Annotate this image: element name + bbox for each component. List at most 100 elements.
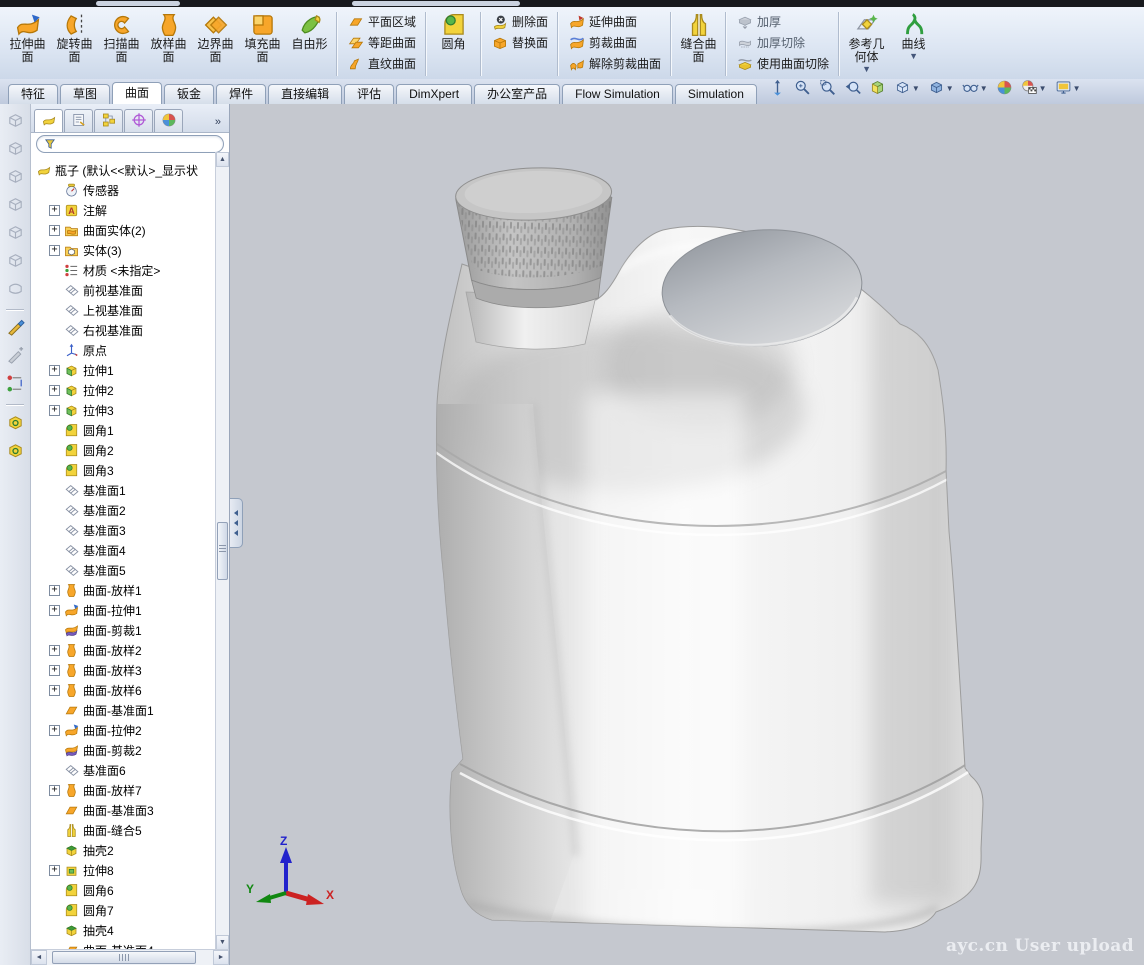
dropdown-caret-icon[interactable]: ▼	[980, 84, 988, 93]
toolbar-button-freeform[interactable]: 自由形	[286, 8, 333, 80]
toolbar-button-replace-face[interactable]: 替换面	[486, 32, 553, 53]
expand-toggle-icon[interactable]: +	[49, 365, 60, 376]
toolbar-button-ruled-surface[interactable]: 直纹曲面	[342, 53, 421, 74]
tree-vertical-scrollbar[interactable]: ▲ ▼	[215, 152, 229, 950]
sketch-button[interactable]	[5, 319, 25, 339]
tree-item[interactable]: +传感器	[33, 180, 229, 200]
toolbar-button-surface-fill[interactable]: 填充曲面	[239, 8, 286, 80]
horizontal-scroll-thumb[interactable]	[52, 951, 196, 964]
tree-item[interactable]: +拉伸2	[33, 380, 229, 400]
tree-item[interactable]: +曲面-基准面3	[33, 800, 229, 820]
manager-tab-configuration-manager[interactable]	[94, 109, 123, 132]
tree-item[interactable]: +原点	[33, 340, 229, 360]
toolbar-button-fillet[interactable]: 圆角	[430, 8, 477, 80]
tree-item[interactable]: +曲面-缝合5	[33, 820, 229, 840]
tree-item[interactable]: +曲面-放样1	[33, 580, 229, 600]
tree-item[interactable]: +前视基准面	[33, 280, 229, 300]
scroll-right-arrow[interactable]: ►	[213, 950, 229, 965]
graphics-viewport[interactable]: Z X Y ayc.cn User upload	[230, 104, 1144, 965]
tab-草图[interactable]: 草图	[60, 84, 110, 104]
tab-评估[interactable]: 评估	[344, 84, 394, 104]
update-tree-button[interactable]	[5, 375, 25, 395]
tree-item[interactable]: +曲面-放样6	[33, 680, 229, 700]
tree-item[interactable]: +曲面实体(2)	[33, 220, 229, 240]
expand-toggle-icon[interactable]: +	[49, 645, 60, 656]
edit-appearance-button[interactable]	[996, 79, 1013, 99]
manager-tabs-overflow[interactable]: »	[210, 116, 226, 132]
toolbar-button-surface-loft[interactable]: 放样曲面	[145, 8, 192, 80]
view-cube-1-button[interactable]	[5, 112, 25, 132]
tree-item[interactable]: +圆角2	[33, 440, 229, 460]
expand-toggle-icon[interactable]: +	[49, 865, 60, 876]
expand-toggle-icon[interactable]: +	[49, 385, 60, 396]
tree-item[interactable]: +曲面-放样2	[33, 640, 229, 660]
section-view-button[interactable]	[869, 79, 886, 99]
apply-scene-button[interactable]: ▼	[1021, 79, 1047, 99]
sketch-3d-button[interactable]	[5, 347, 25, 367]
view-cube-6-button[interactable]	[5, 252, 25, 272]
tree-item[interactable]: +基准面4	[33, 540, 229, 560]
view-orientation-button[interactable]: ▼	[894, 79, 920, 99]
tree-filter-input[interactable]	[36, 135, 224, 153]
tree-item[interactable]: +右视基准面	[33, 320, 229, 340]
dropdown-caret-icon[interactable]: ▼	[1073, 84, 1081, 93]
expand-toggle-icon[interactable]: +	[49, 405, 60, 416]
tree-item[interactable]: +曲面-基准面1	[33, 700, 229, 720]
expand-toggle-icon[interactable]: +	[49, 245, 60, 256]
dropdown-caret-icon[interactable]: ▼	[862, 65, 871, 74]
toolbar-button-curve[interactable]: 曲线▼	[890, 8, 937, 80]
expand-toggle-icon[interactable]: +	[49, 665, 60, 676]
tree-item[interactable]: +曲面-拉伸1	[33, 600, 229, 620]
toolbar-button-thickened-cut[interactable]: 加厚切除	[731, 32, 834, 53]
dropdown-caret-icon[interactable]: ▼	[909, 52, 918, 61]
expand-toggle-icon[interactable]: +	[49, 605, 60, 616]
tree-item[interactable]: +A注解	[33, 200, 229, 220]
dropdown-caret-icon[interactable]: ▼	[946, 84, 954, 93]
tree-item[interactable]: +抽壳2	[33, 840, 229, 860]
manager-tab-property-manager[interactable]	[64, 109, 93, 132]
view-cube-5-button[interactable]	[5, 224, 25, 244]
display-style-button[interactable]: ▼	[928, 79, 954, 99]
toolbar-button-planar-surface[interactable]: 平面区域	[342, 11, 421, 32]
dropdown-caret-icon[interactable]: ▼	[912, 84, 920, 93]
manager-tab-dimxpert-manager[interactable]	[124, 109, 153, 132]
view-cube-round-button[interactable]	[5, 280, 25, 300]
tree-item[interactable]: +抽壳4	[33, 920, 229, 940]
tab-焊件[interactable]: 焊件	[216, 84, 266, 104]
tree-item[interactable]: +圆角6	[33, 880, 229, 900]
hide-show-items-button[interactable]: ▼	[962, 79, 988, 99]
tab-特征[interactable]: 特征	[8, 84, 58, 104]
scroll-left-arrow[interactable]: ◄	[31, 950, 47, 965]
tab-直接编辑[interactable]: 直接编辑	[268, 84, 342, 104]
tree-item[interactable]: +基准面3	[33, 520, 229, 540]
view-cube-4-button[interactable]	[5, 196, 25, 216]
tree-item[interactable]: +上视基准面	[33, 300, 229, 320]
boss-extrude-a-button[interactable]	[5, 414, 25, 434]
tree-item[interactable]: +圆角3	[33, 460, 229, 480]
expand-toggle-icon[interactable]: +	[49, 585, 60, 596]
boss-extrude-b-button[interactable]	[5, 442, 25, 462]
tree-horizontal-scrollbar[interactable]: ◄ ►	[31, 949, 229, 965]
tree-item[interactable]: +曲面-放样7	[33, 780, 229, 800]
expand-toggle-icon[interactable]: +	[49, 225, 60, 236]
tree-item[interactable]: +基准面1	[33, 480, 229, 500]
panel-splitter-handle[interactable]	[230, 498, 243, 548]
toolbar-button-reference-geometry[interactable]: 参考几何体▼	[843, 8, 890, 80]
tree-item[interactable]: +基准面6	[33, 760, 229, 780]
tab-办公室产品[interactable]: 办公室产品	[474, 84, 560, 104]
tree-item[interactable]: +曲面-剪裁1	[33, 620, 229, 640]
tree-item[interactable]: +拉伸3	[33, 400, 229, 420]
tab-曲面[interactable]: 曲面	[112, 82, 162, 104]
zoom-fit-button[interactable]	[794, 79, 811, 99]
bottle-3d-model[interactable]	[230, 104, 1144, 965]
tree-item[interactable]: +基准面5	[33, 560, 229, 580]
expand-toggle-icon[interactable]: +	[49, 725, 60, 736]
tree-item[interactable]: +实体(3)	[33, 240, 229, 260]
tree-item[interactable]: +拉伸8	[33, 860, 229, 880]
dropdown-caret-icon[interactable]: ▼	[1039, 84, 1047, 93]
toolbar-button-trim-surface[interactable]: 剪裁曲面	[563, 32, 666, 53]
scroll-up-arrow[interactable]: ▲	[216, 152, 229, 167]
manager-tab-feature-tree[interactable]	[34, 109, 63, 132]
tree-item[interactable]: +曲面-剪裁2	[33, 740, 229, 760]
tree-item[interactable]: +曲面-拉伸2	[33, 720, 229, 740]
